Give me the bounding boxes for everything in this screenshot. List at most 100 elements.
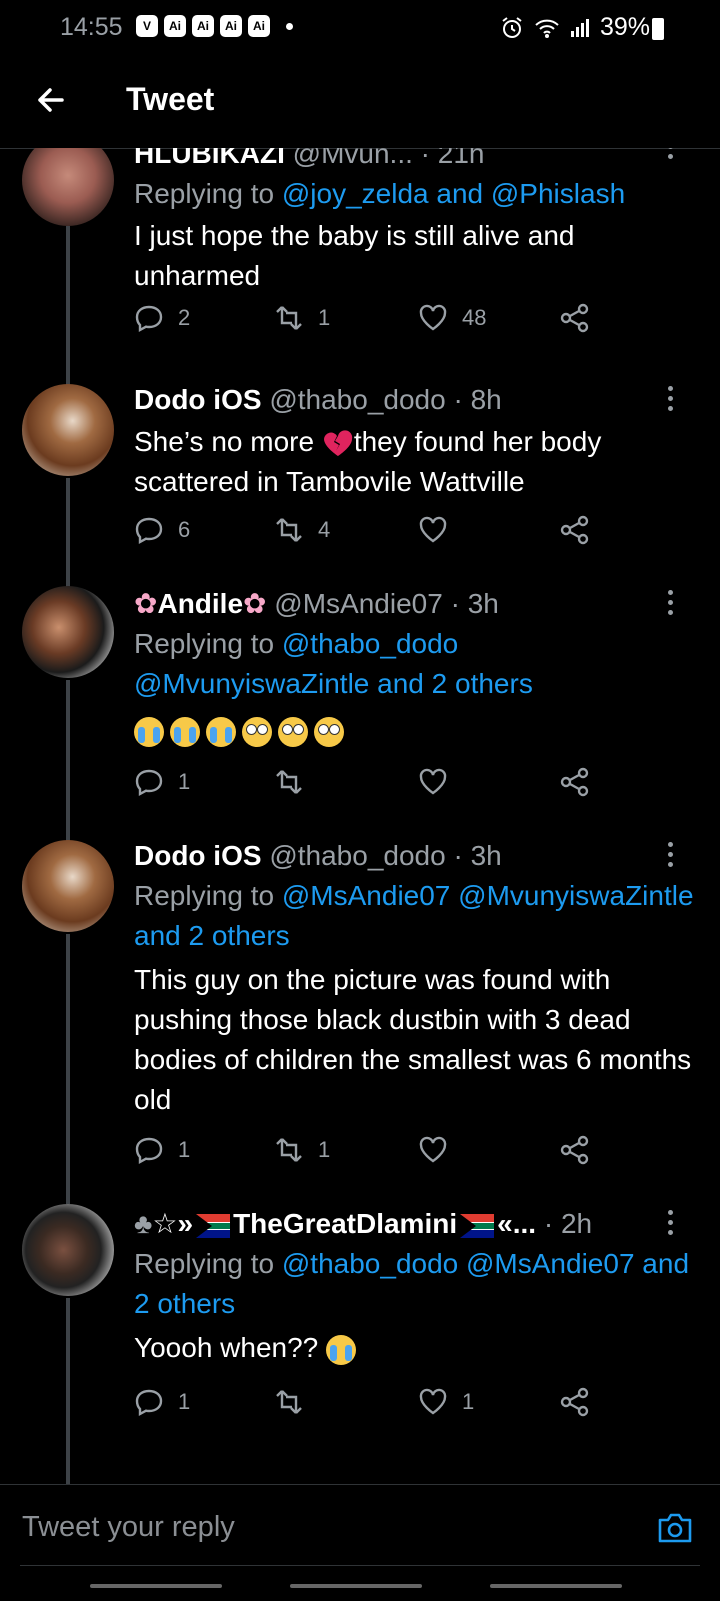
tweet-time: 2h: [560, 1208, 593, 1239]
like-button[interactable]: 1: [418, 1382, 474, 1422]
thread-connector-line: [66, 680, 70, 842]
share-button[interactable]: [560, 1130, 590, 1170]
tweet-time: 8h: [470, 384, 502, 415]
like-count: 1: [462, 1389, 475, 1414]
display-name[interactable]: Andile: [157, 588, 243, 619]
share-button[interactable]: [560, 1382, 590, 1422]
like-button[interactable]: [418, 1130, 462, 1170]
thread-connector-line: [66, 1298, 70, 1484]
avatar[interactable]: [22, 1204, 114, 1296]
more-options-icon[interactable]: [666, 842, 676, 872]
user-handle[interactable]: @MsAndie07: [274, 588, 443, 619]
replying-to-label: Replying to: [134, 178, 282, 209]
retweet-button[interactable]: [274, 1382, 318, 1422]
reply-mentions[interactable]: @joy_zelda and @Phislash: [282, 178, 625, 209]
replying-to: Replying to @thabo_dodo @MvunyiswaZintle…: [134, 624, 694, 704]
thread-connector-line: [66, 478, 70, 588]
reply-count: 1: [178, 769, 191, 794]
eye-roll-emoji-icon: [278, 716, 308, 747]
alarm-icon: [502, 16, 522, 38]
nav-handle[interactable]: [90, 1584, 222, 1588]
retweet-icon: [276, 306, 302, 330]
display-name[interactable]: Dodo iOS: [134, 840, 262, 871]
more-options-icon[interactable]: [666, 1210, 676, 1240]
share-button[interactable]: [560, 510, 590, 550]
tweet-text-part: She’s no more: [134, 426, 322, 457]
more-options-icon[interactable]: [666, 590, 676, 620]
retweet-icon: [276, 518, 302, 542]
heart-icon: [419, 516, 447, 543]
tweet-text: Yoooh when??: [134, 1332, 319, 1363]
tweet-header: HLUBIKAZI @Mvun... · 21h: [134, 148, 694, 174]
retweet-button[interactable]: 4: [274, 510, 330, 550]
user-handle[interactable]: @Mvun...: [293, 148, 413, 169]
tweet-actions: 1: [134, 762, 614, 802]
share-button[interactable]: [560, 298, 590, 338]
reply-button[interactable]: 1: [134, 1130, 190, 1170]
tweet-header: Dodo iOS @thabo_dodo · 3h: [134, 836, 694, 876]
app-ai-icon: Ai: [164, 15, 186, 37]
system-nav-bar: [0, 1580, 720, 1600]
more-options-icon[interactable]: [666, 386, 676, 416]
avatar[interactable]: [22, 840, 114, 932]
tweet-actions: 6 4: [134, 510, 614, 550]
tweet-actions: 1 1: [134, 1382, 614, 1422]
back-arrow-icon[interactable]: [32, 82, 68, 118]
share-button[interactable]: [560, 762, 590, 802]
like-button[interactable]: 48: [418, 298, 486, 338]
display-name[interactable]: TheGreatDlamini: [233, 1208, 457, 1239]
camera-icon[interactable]: [656, 1511, 694, 1545]
display-name[interactable]: Dodo iOS: [134, 384, 262, 415]
nav-handle[interactable]: [290, 1584, 422, 1588]
like-button[interactable]: [418, 510, 462, 550]
tweet-time: 3h: [467, 588, 499, 619]
reply-button[interactable]: 1: [134, 762, 190, 802]
tweet-text: This guy on the picture was found with p…: [134, 964, 692, 1115]
reply-button[interactable]: 1: [134, 1382, 190, 1422]
replying-to: Replying to @thabo_dodo @MsAndie07 and 2…: [134, 1244, 694, 1324]
notification-icons: V Ai Ai Ai Ai: [136, 15, 293, 37]
comment-icon: [135, 305, 163, 333]
tweet-text: I just hope the baby is still alive and …: [134, 220, 575, 291]
crying-face-emoji-icon: [170, 716, 200, 747]
user-handle[interactable]: @thabo_dodo: [269, 384, 445, 415]
retweet-icon: [276, 1390, 302, 1414]
eye-roll-emoji-icon: [314, 716, 344, 747]
retweet-button[interactable]: [274, 762, 318, 802]
reply-count: 1: [178, 1389, 191, 1414]
retweet-button[interactable]: 1: [274, 298, 330, 338]
name-prefix: ☆»: [152, 1208, 194, 1239]
name-suffix: «...: [497, 1208, 537, 1239]
separator-dot: ·: [543, 1208, 554, 1239]
retweet-icon: [276, 1138, 302, 1162]
more-options-icon[interactable]: [666, 148, 676, 164]
comment-icon: [135, 769, 163, 797]
avatar[interactable]: [22, 586, 114, 678]
retweet-icon: [276, 770, 302, 794]
replying-to: Replying to @joy_zelda and @Phislash: [134, 174, 694, 214]
like-button[interactable]: [418, 762, 462, 802]
separator-dot: ·: [420, 148, 430, 169]
display-name[interactable]: HLUBIKAZI: [134, 148, 285, 169]
separator-dot: ·: [453, 384, 463, 415]
nav-handle[interactable]: [490, 1584, 622, 1588]
tweet-header: ♣☆» TheGreatDlamini «... · 2h: [134, 1204, 694, 1244]
reply-button[interactable]: 2: [134, 298, 190, 338]
retweet-button[interactable]: 1: [274, 1130, 330, 1170]
replying-to: Replying to @MsAndie07 @MvunyiswaZintle …: [134, 876, 694, 956]
avatar[interactable]: [22, 384, 114, 476]
thread-connector-line: [66, 226, 70, 386]
reply-button[interactable]: 6: [134, 510, 190, 550]
battery-percent: 39%: [599, 13, 650, 41]
avatar[interactable]: [22, 148, 114, 226]
reply-input[interactable]: Tweet your reply: [22, 1511, 235, 1544]
tweet-header: Dodo iOS @thabo_dodo · 8h: [134, 380, 694, 420]
crying-face-emoji-icon: [326, 1334, 357, 1365]
tweet-text-row: Yoooh when??: [134, 1328, 694, 1368]
user-handle[interactable]: @thabo_dodo: [269, 840, 445, 871]
comment-icon: [135, 1389, 163, 1417]
replying-to-label: Replying to: [134, 1248, 282, 1279]
tweet-time: 21h: [437, 148, 485, 169]
heart-icon: [419, 304, 447, 331]
reply-thread[interactable]: HLUBIKAZI @Mvun... · 21h Replying to @jo…: [0, 148, 720, 1484]
